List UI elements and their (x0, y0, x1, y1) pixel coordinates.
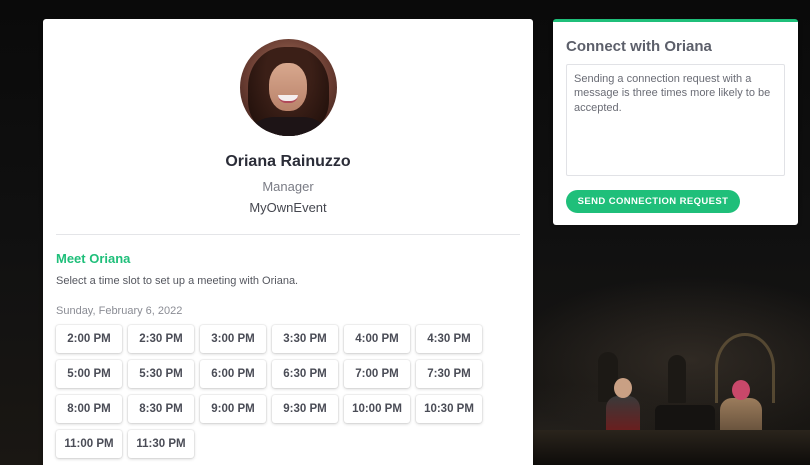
time-slot-button[interactable]: 5:00 PM (56, 360, 122, 388)
time-slot-button[interactable]: 8:00 PM (56, 395, 122, 423)
time-slot-button[interactable]: 11:00 PM (56, 430, 122, 458)
performer-head (614, 378, 632, 398)
time-slot-button[interactable]: 8:30 PM (128, 395, 194, 423)
avatar (240, 39, 337, 136)
time-slot-button[interactable]: 3:00 PM (200, 325, 266, 353)
time-slot-button[interactable]: 10:30 PM (416, 395, 482, 423)
time-slot-button[interactable]: 2:00 PM (56, 325, 122, 353)
avatar-face (269, 63, 307, 111)
time-slot-button[interactable]: 6:00 PM (200, 360, 266, 388)
divider (56, 234, 520, 235)
time-slot-button[interactable]: 7:30 PM (416, 360, 482, 388)
connect-card: Connect with Oriana SEND CONNECTION REQU… (553, 19, 798, 225)
musician-silhouette (668, 355, 686, 403)
time-slot-button[interactable]: 4:30 PM (416, 325, 482, 353)
stage-floor (530, 430, 810, 465)
time-slot-button[interactable]: 4:00 PM (344, 325, 410, 353)
time-slot-button[interactable]: 7:00 PM (344, 360, 410, 388)
connect-title: Connect with Oriana (566, 38, 712, 55)
time-slot-button[interactable]: 3:30 PM (272, 325, 338, 353)
send-connection-request-button[interactable]: SEND CONNECTION REQUEST (566, 190, 740, 213)
time-slot-grid: 2:00 PM 2:30 PM 3:00 PM 3:30 PM 4:00 PM … (56, 325, 486, 458)
connection-message-input[interactable] (566, 64, 785, 176)
meet-description: Select a time slot to set up a meeting w… (56, 275, 299, 287)
musician-silhouette (598, 352, 618, 402)
time-slot-button[interactable]: 10:00 PM (344, 395, 410, 423)
profile-name: Oriana Rainuzzo (225, 153, 351, 170)
meet-title: Meet Oriana (56, 251, 131, 266)
profile-card: Oriana Rainuzzo Manager MyOwnEvent Meet … (43, 19, 533, 465)
time-slot-button[interactable]: 2:30 PM (128, 325, 194, 353)
performer-head (732, 380, 750, 400)
time-slot-button[interactable]: 9:30 PM (272, 395, 338, 423)
time-slot-button[interactable]: 11:30 PM (128, 430, 194, 458)
meeting-date: Sunday, February 6, 2022 (56, 305, 183, 317)
time-slot-button[interactable]: 5:30 PM (128, 360, 194, 388)
profile-company: MyOwnEvent (249, 200, 327, 215)
profile-role: Manager (262, 179, 314, 194)
time-slot-button[interactable]: 9:00 PM (200, 395, 266, 423)
time-slot-button[interactable]: 6:30 PM (272, 360, 338, 388)
